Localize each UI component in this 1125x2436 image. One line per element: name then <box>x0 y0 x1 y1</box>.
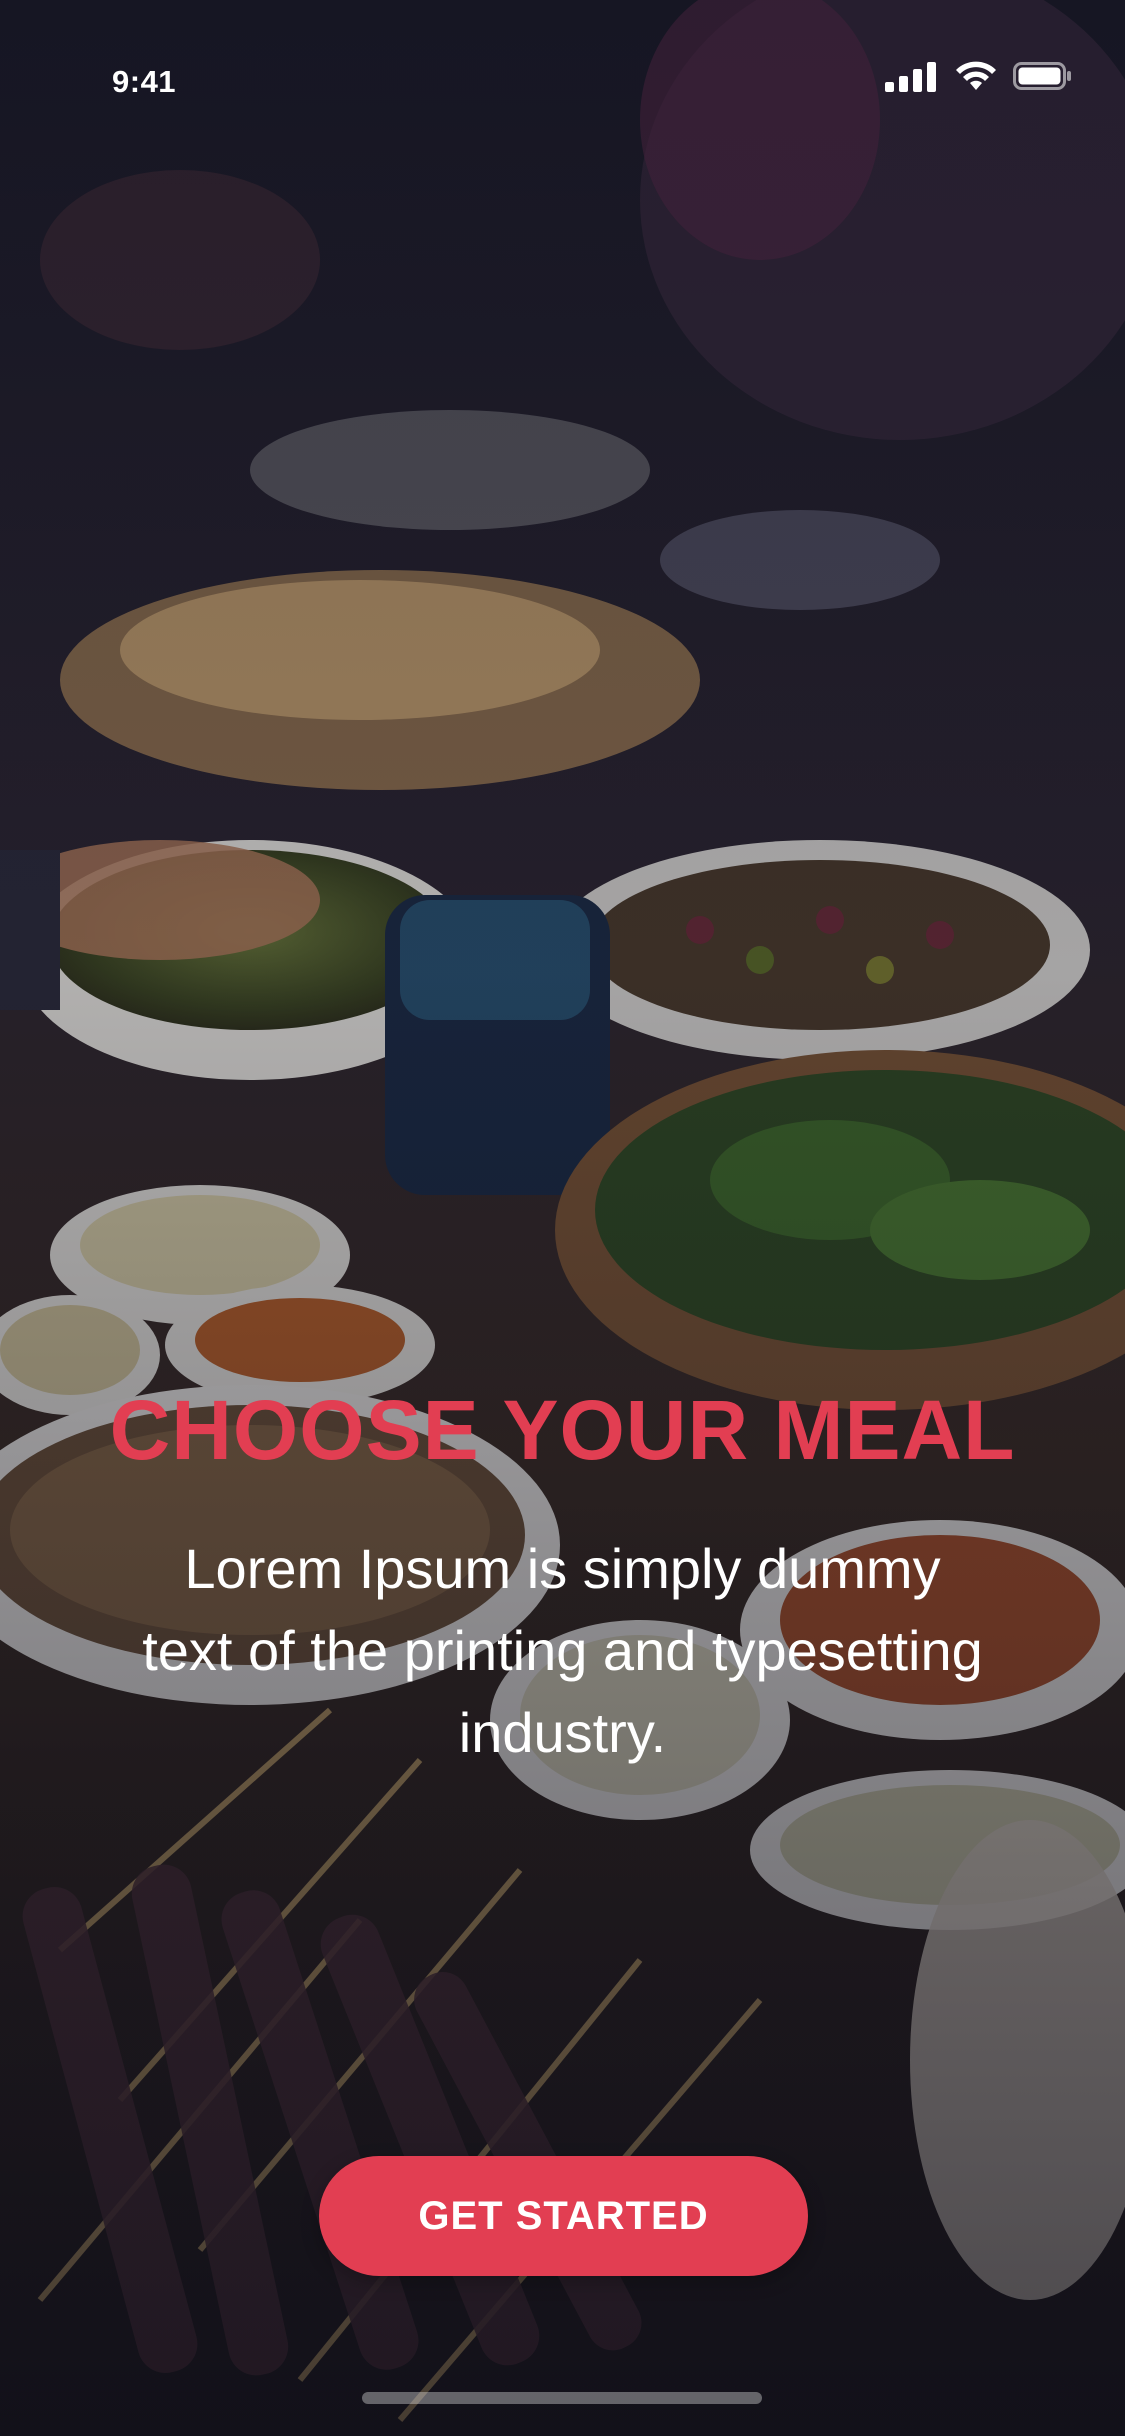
home-indicator[interactable] <box>362 2392 762 2404</box>
status-icons <box>885 60 1073 96</box>
onboarding-screen: 9:41 CHOOSE YOUR MEAL Lorem Ipsum is sim… <box>0 0 1125 2436</box>
status-bar: 9:41 <box>0 0 1125 140</box>
page-title: CHOOSE YOUR MEAL <box>109 1383 1016 1477</box>
wifi-icon <box>953 60 999 96</box>
onboarding-description: Lorem Ipsum is simply dummy text of the … <box>142 1537 983 1764</box>
status-time: 9:41 <box>112 64 177 99</box>
dark-overlay <box>0 0 1125 2436</box>
get-started-button[interactable]: GET STARTED <box>319 2156 808 2276</box>
battery-icon <box>1013 61 1073 95</box>
cellular-signal-icon <box>885 60 939 96</box>
